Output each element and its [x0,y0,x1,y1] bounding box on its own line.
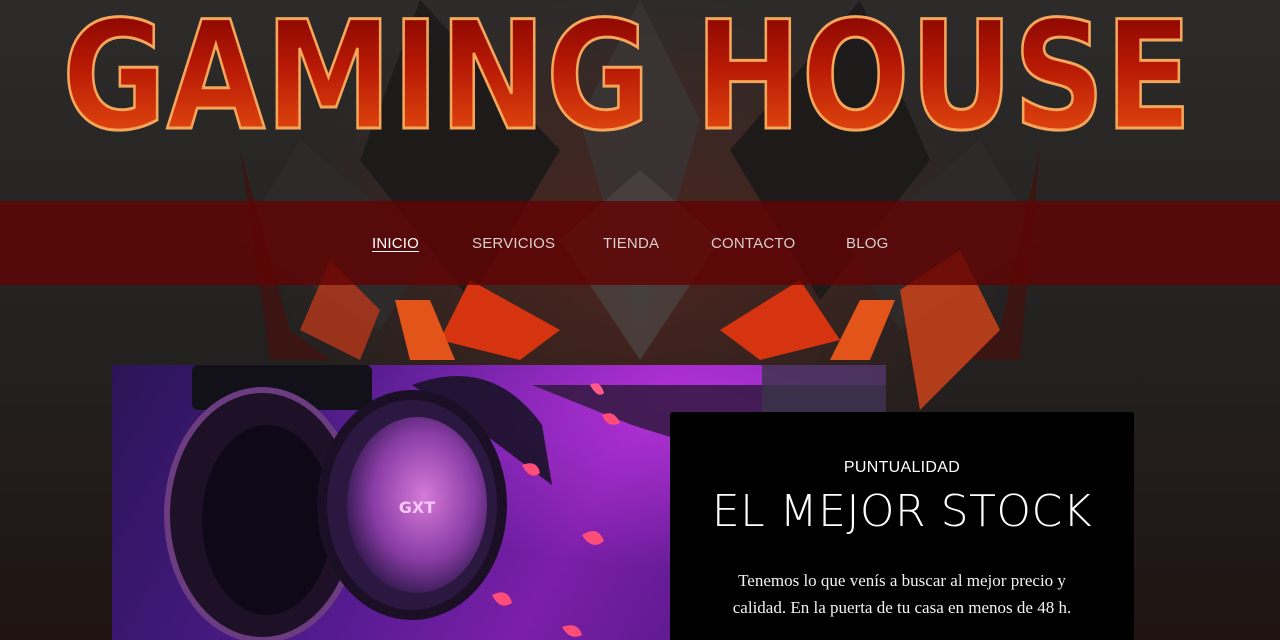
nav-item-blog[interactable]: BLOG [846,235,888,252]
card-eyebrow: PUNTUALIDAD [843,459,961,476]
nav-item-contacto[interactable]: CONTACTO [711,235,795,252]
headset-brand-mark: GXT [399,498,435,517]
nav-item-inicio[interactable]: INICIO [372,235,419,252]
nav-item-tienda[interactable]: TIENDA [603,235,659,252]
main-navigation: INICIO SERVICIOS TIENDA CONTACTO BLOG [0,201,1280,285]
logo-text: GAMING HOUSE [62,0,1192,164]
card-description: Tenemos lo que venís a buscar al mejor p… [732,571,1072,617]
site-logo[interactable]: GAMING HOUSE [52,0,1202,170]
nav-item-servicios[interactable]: SERVICIOS [472,235,555,252]
nav-list: INICIO SERVICIOS TIENDA CONTACTO BLOG [0,201,1280,285]
feature-card: PUNTUALIDAD EL MEJOR STOCK Tenemos lo qu… [670,412,1134,640]
card-title: EL MEJOR STOCK [711,486,1093,537]
